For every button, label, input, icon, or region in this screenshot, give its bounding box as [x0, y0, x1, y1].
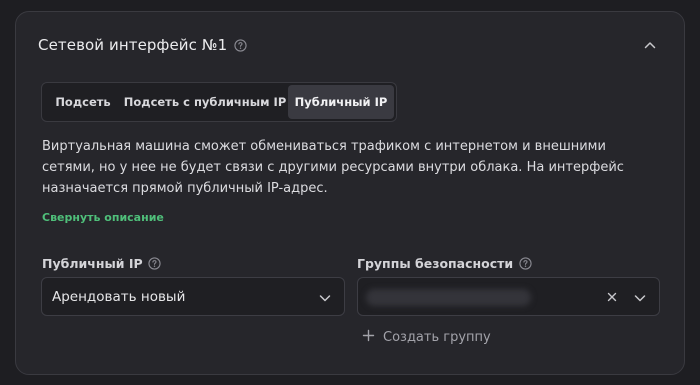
help-icon[interactable]: [148, 257, 162, 271]
public-ip-select-value: Арендовать новый: [52, 288, 186, 305]
chevron-up-icon: [643, 37, 657, 56]
chevron-down-icon: [318, 290, 332, 304]
interface-description: Виртуальная машина сможет обмениваться т…: [42, 139, 624, 196]
security-groups-select[interactable]: [357, 277, 660, 316]
tab-subnet[interactable]: Подсеть: [44, 85, 122, 119]
create-group-button[interactable]: Создать группу: [362, 329, 491, 346]
selected-security-group-chip: [366, 289, 531, 306]
network-interface-card: Сетевой интерфейс №1 Подсеть Подсеть с п…: [15, 11, 685, 375]
close-icon[interactable]: [605, 290, 619, 304]
public-ip-label: Публичный IP: [42, 256, 162, 271]
chevron-down-icon: [633, 290, 647, 304]
create-group-label: Создать группу: [383, 330, 491, 345]
help-icon[interactable]: [233, 38, 247, 52]
collapse-card-button[interactable]: [642, 38, 658, 54]
security-groups-label-text: Группы безопасности: [357, 256, 514, 271]
public-ip-label-text: Публичный IP: [42, 256, 143, 271]
tab-subnet-public-ip[interactable]: Подсеть с публичным IP: [122, 85, 288, 119]
plus-icon: [362, 329, 375, 346]
tab-public-ip[interactable]: Публичный IP: [288, 85, 394, 119]
security-groups-label: Группы безопасности: [357, 256, 532, 271]
card-title: Сетевой интерфейс №1: [38, 36, 228, 54]
card-header: Сетевой интерфейс №1: [38, 36, 247, 54]
public-ip-select[interactable]: Арендовать новый: [41, 277, 345, 316]
collapse-description-link[interactable]: Свернуть описание: [42, 211, 164, 224]
network-type-tabs: Подсеть Подсеть с публичным IP Публичный…: [41, 82, 397, 122]
help-icon[interactable]: [518, 257, 532, 271]
